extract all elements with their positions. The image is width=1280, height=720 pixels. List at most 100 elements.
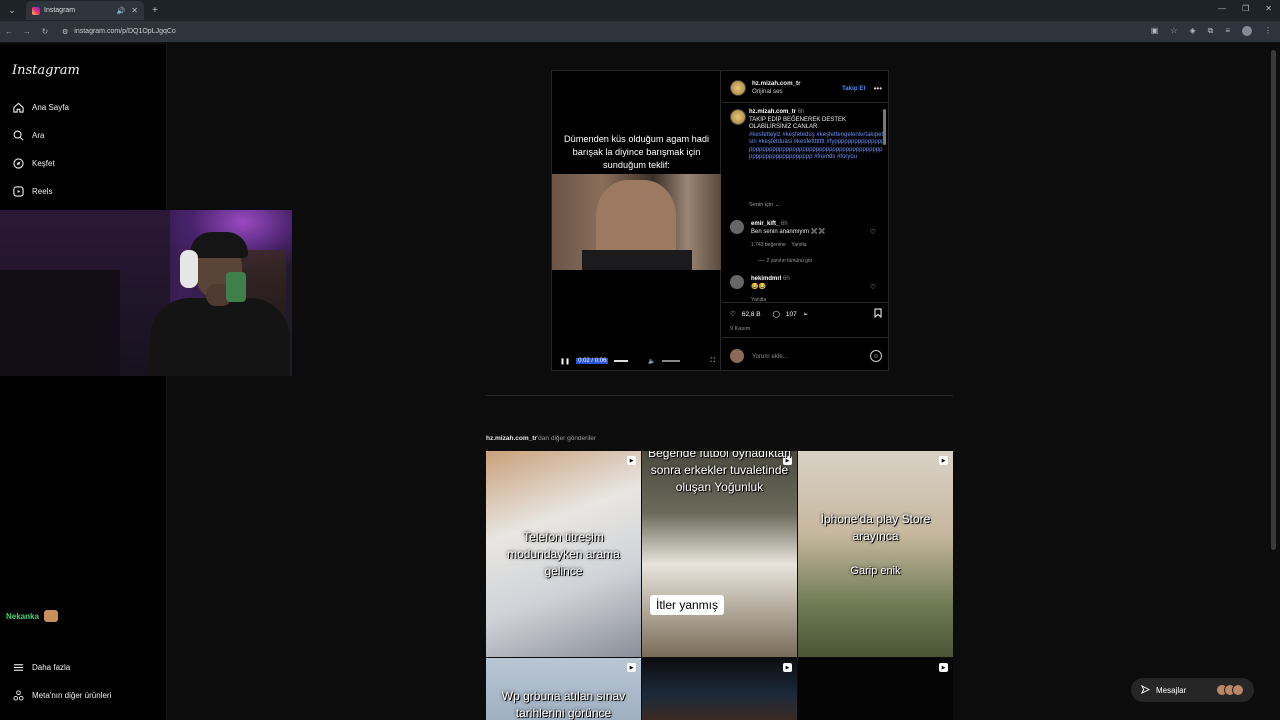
reply-link[interactable]: Yanıtla bbox=[791, 242, 806, 248]
caption-avatar[interactable] bbox=[730, 109, 746, 125]
grid-post-label: İtler yanmış bbox=[650, 595, 725, 615]
post-video[interactable]: Dümenden küs olduğum agam hadi barışak l… bbox=[552, 71, 721, 370]
share-icon[interactable]: ➢ bbox=[803, 310, 808, 318]
compass-icon bbox=[12, 157, 24, 169]
site-info-icon[interactable]: ⚙ bbox=[62, 28, 68, 36]
page-scrollbar[interactable] bbox=[1271, 50, 1276, 550]
video-man-suit bbox=[582, 250, 692, 270]
caption-username[interactable]: hz.mizah.com_tr bbox=[749, 109, 796, 115]
sidebar-item-reels[interactable]: Reels bbox=[12, 185, 52, 197]
volume-slider[interactable] bbox=[661, 360, 680, 362]
pause-icon[interactable]: ❚❚ bbox=[560, 358, 570, 365]
grid-post[interactable]: ▶ bbox=[642, 658, 797, 720]
tab-title: Instagram bbox=[44, 7, 76, 14]
restore-icon[interactable]: ❐ bbox=[1242, 4, 1249, 13]
more-posts-user[interactable]: hz.mizah.com_tr bbox=[486, 435, 537, 442]
new-tab-button[interactable]: + bbox=[152, 5, 158, 16]
sidebar-item-more[interactable]: Daha fazla bbox=[12, 661, 70, 673]
menu-dots-icon[interactable]: ⋮ bbox=[1264, 26, 1272, 36]
grid-post-subtext: Garip enik bbox=[850, 565, 901, 577]
like-icon[interactable]: ♡ bbox=[730, 310, 736, 318]
webcam-cup bbox=[226, 272, 246, 302]
comment-body: emir_kift_ 6h Ben senin ananmıyım ✖️✖️ bbox=[751, 220, 866, 236]
profile-avatar-icon[interactable] bbox=[1242, 26, 1252, 36]
emoji-icon[interactable]: ☺ bbox=[870, 350, 882, 362]
streamer-webcam-overlay bbox=[0, 210, 292, 376]
more-options-icon[interactable]: ••• bbox=[874, 84, 882, 93]
webcam-headphone bbox=[180, 250, 198, 288]
messages-button[interactable]: Mesajlar bbox=[1131, 678, 1254, 702]
actions-divider bbox=[722, 302, 888, 303]
bookmark-star-icon[interactable]: ☆ bbox=[1170, 26, 1177, 36]
close-window-icon[interactable]: ✕ bbox=[1265, 4, 1272, 13]
hamburger-menu-icon bbox=[12, 661, 24, 673]
video-controls: ❚❚ 0:02 / 0:06 🔈 ⛶ bbox=[560, 355, 715, 367]
author-avatar[interactable] bbox=[730, 80, 746, 96]
grid-post[interactable]: ▶ İphone'da play Store arayınca Garip en… bbox=[798, 451, 953, 657]
follow-button[interactable]: Takip Et bbox=[842, 85, 866, 92]
sidebar-item-label: Ara bbox=[32, 130, 45, 140]
grid-post-text: Telefon titreşim modundayken arama gelin… bbox=[507, 530, 620, 578]
volume-icon[interactable]: 🔈 bbox=[648, 358, 655, 365]
close-tab-icon[interactable]: ✕ bbox=[131, 6, 138, 15]
instagram-logo[interactable]: Instagram bbox=[12, 63, 80, 78]
like-count[interactable]: 62,8 B bbox=[742, 311, 761, 318]
more-posts-title: hz.mizah.com_tr'dan diğer gönderiler bbox=[486, 435, 596, 442]
back-icon[interactable]: ← bbox=[0, 27, 18, 36]
reel-icon: ▶ bbox=[939, 456, 948, 465]
author-username[interactable]: hz.mizah.com_tr bbox=[752, 80, 800, 88]
url-text: instagram.com/p/DQ1OpLJgqCo bbox=[74, 28, 176, 35]
comment-text: 😂😂 bbox=[751, 284, 766, 290]
fullscreen-icon[interactable]: ⛶ bbox=[711, 358, 715, 365]
comment-body: hekimdmrl 6h 😂😂 bbox=[751, 275, 866, 291]
caption-hashtags[interactable]: #kesfetteyiz #keşfetedüş #keşfettengelen… bbox=[749, 132, 884, 161]
tab-search-icon[interactable]: ⌄ bbox=[4, 3, 20, 19]
current-user-avatar bbox=[730, 349, 744, 363]
for-you-label: Senin için bbox=[749, 202, 774, 208]
comment-like-icon[interactable]: ♡ bbox=[870, 228, 876, 236]
video-progress-bar[interactable] bbox=[614, 360, 629, 362]
puzzle-icon[interactable]: ⧉ bbox=[1208, 26, 1214, 36]
commenter-avatar[interactable] bbox=[730, 275, 744, 289]
sidebar-item-home[interactable]: Ana Sayfa bbox=[12, 101, 69, 113]
view-replies-label: 2 yanıtın tümünü gör bbox=[766, 258, 813, 264]
section-divider bbox=[486, 395, 953, 396]
forward-icon[interactable]: → bbox=[18, 27, 36, 36]
url-field[interactable]: ⚙ instagram.com/p/DQ1OpLJgqCo bbox=[62, 28, 176, 36]
chat-overlay-username: Nekanka bbox=[6, 610, 58, 622]
comment-time: 6h bbox=[781, 221, 788, 227]
comment-input[interactable]: Yorum ekle... bbox=[752, 353, 788, 360]
comment-like-icon[interactable]: ♡ bbox=[870, 283, 876, 291]
reload-icon[interactable]: ↻ bbox=[36, 27, 54, 36]
sidebar-item-explore[interactable]: Keşfet bbox=[12, 157, 55, 169]
tab-list-icon[interactable]: ≡ bbox=[1225, 26, 1230, 36]
webcam-person-beanie bbox=[190, 232, 248, 258]
grid-post[interactable]: ▶ Beğende futbol oynadıktan sonra erkekl… bbox=[642, 451, 797, 657]
grid-post[interactable]: ▶ bbox=[798, 658, 953, 720]
comments-scrollbar[interactable] bbox=[883, 109, 886, 145]
comment-username[interactable]: emir_kift_ bbox=[751, 221, 779, 227]
grid-post[interactable]: ▶ Wp grbuna atılan sınav tarihlerini gör… bbox=[486, 658, 641, 720]
for-you-dropdown[interactable]: Senin için ⌄ bbox=[749, 202, 780, 208]
browser-tab[interactable]: Instagram 🔊 ✕ bbox=[26, 1, 144, 20]
browser-tab-bar: ⌄ Instagram 🔊 ✕ + — ❐ ✕ bbox=[0, 0, 1280, 21]
commenter-avatar[interactable] bbox=[730, 220, 744, 234]
sidebar-item-label: Keşfet bbox=[32, 158, 55, 168]
comment-username[interactable]: hekimdmrl bbox=[751, 276, 781, 282]
extension-icon[interactable]: ◈ bbox=[1189, 26, 1195, 36]
comment-meta: 1.743 beğenme Yanıtla bbox=[751, 242, 807, 248]
meta-products-icon bbox=[12, 689, 24, 701]
audio-playing-icon[interactable]: 🔊 bbox=[117, 7, 126, 15]
comment-icon[interactable]: ◯ bbox=[773, 310, 780, 318]
view-replies[interactable]: ── 2 yanıtın tümünü gör bbox=[758, 258, 812, 264]
audio-label[interactable]: Orijinal ses bbox=[752, 88, 800, 96]
comment-likes[interactable]: 1.743 beğenme bbox=[751, 242, 786, 248]
minimize-icon[interactable]: — bbox=[1218, 4, 1226, 13]
message-avatars bbox=[1216, 684, 1244, 696]
bookmark-icon[interactable] bbox=[874, 308, 882, 320]
grid-post[interactable]: ▶ Telefon titreşim modundayken arama gel… bbox=[486, 451, 641, 657]
screenshot-icon[interactable]: ▣ bbox=[1151, 26, 1159, 36]
sidebar-item-meta[interactable]: Meta'nın diğer ürünleri bbox=[12, 689, 111, 701]
sidebar-item-search[interactable]: Ara bbox=[12, 129, 44, 141]
reel-icon: ▶ bbox=[939, 663, 948, 672]
